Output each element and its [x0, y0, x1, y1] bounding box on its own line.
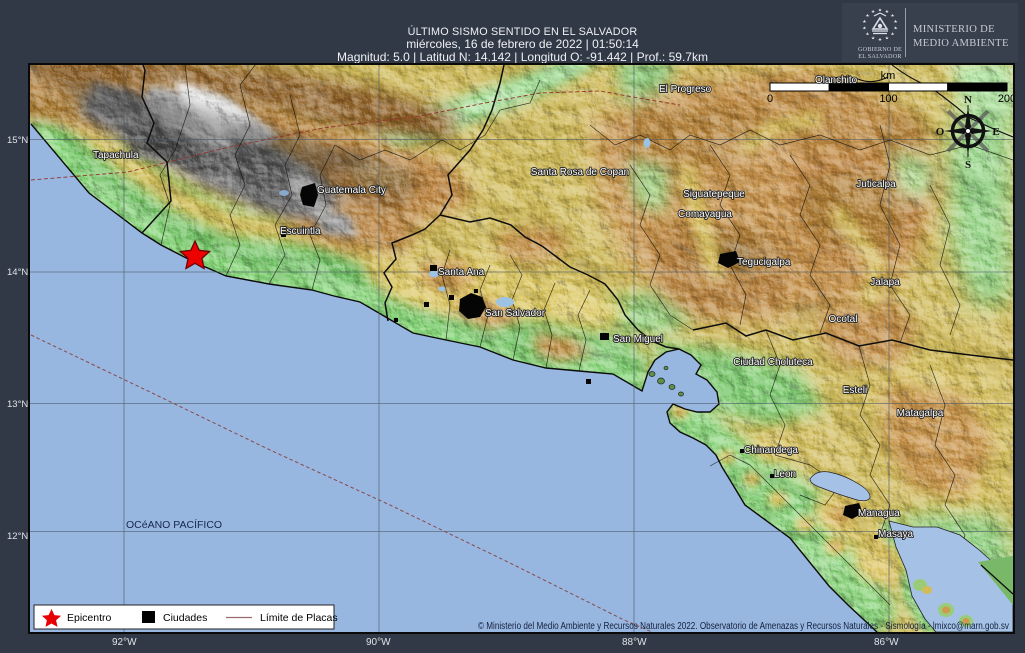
svg-text:Santa Rosa de Copan: Santa Rosa de Copan: [531, 167, 629, 178]
svg-text:Olanchito: Olanchito: [815, 75, 858, 86]
svg-text:Epicentro: Epicentro: [67, 612, 112, 624]
svg-text:OCéANO PACÍFICO: OCéANO PACÍFICO: [126, 518, 222, 531]
svg-text:Ciudad Choluteca: Ciudad Choluteca: [733, 357, 813, 368]
svg-text:Santa Ana: Santa Ana: [438, 267, 485, 278]
svg-text:Juticalpa: Juticalpa: [856, 179, 896, 190]
svg-text:Escuintla: Escuintla: [280, 226, 321, 237]
svg-text:Chinandega: Chinandega: [744, 445, 798, 456]
svg-text:Ocotal: Ocotal: [829, 314, 858, 325]
svg-text:Jalapa: Jalapa: [870, 277, 900, 288]
svg-text:100: 100: [879, 93, 897, 105]
svg-text:San Salvador: San Salvador: [485, 308, 546, 319]
svg-text:© Ministerio del Medio Ambient: © Ministerio del Medio Ambiente y Recurs…: [478, 621, 1009, 632]
svg-text:Esteli: Esteli: [843, 385, 867, 396]
svg-text:Siguatepeque: Siguatepeque: [683, 189, 745, 200]
svg-text:Tapachula: Tapachula: [93, 150, 139, 161]
svg-text:0: 0: [767, 93, 773, 105]
svg-text:El Progreso: El Progreso: [659, 84, 712, 95]
svg-text:Matagalpa: Matagalpa: [897, 408, 944, 419]
svg-text:Guatemala City: Guatemala City: [317, 185, 386, 196]
svg-text:km: km: [881, 70, 896, 82]
svg-text:O: O: [936, 126, 945, 138]
svg-text:Masaya: Masaya: [878, 529, 913, 540]
svg-text:S: S: [965, 159, 971, 171]
svg-text:San Miguel: San Miguel: [613, 334, 663, 345]
svg-text:N: N: [964, 94, 972, 106]
svg-text:E: E: [992, 126, 999, 138]
svg-text:Comayagua: Comayagua: [678, 209, 732, 220]
svg-text:200: 200: [998, 93, 1013, 105]
svg-text:Ciudades: Ciudades: [163, 612, 207, 624]
svg-text:Managua: Managua: [858, 508, 900, 519]
svg-text:Leon: Leon: [774, 469, 796, 480]
svg-text:Límite de Placas: Límite de Placas: [260, 612, 338, 624]
svg-text:Tegucigalpa: Tegucigalpa: [737, 257, 791, 268]
